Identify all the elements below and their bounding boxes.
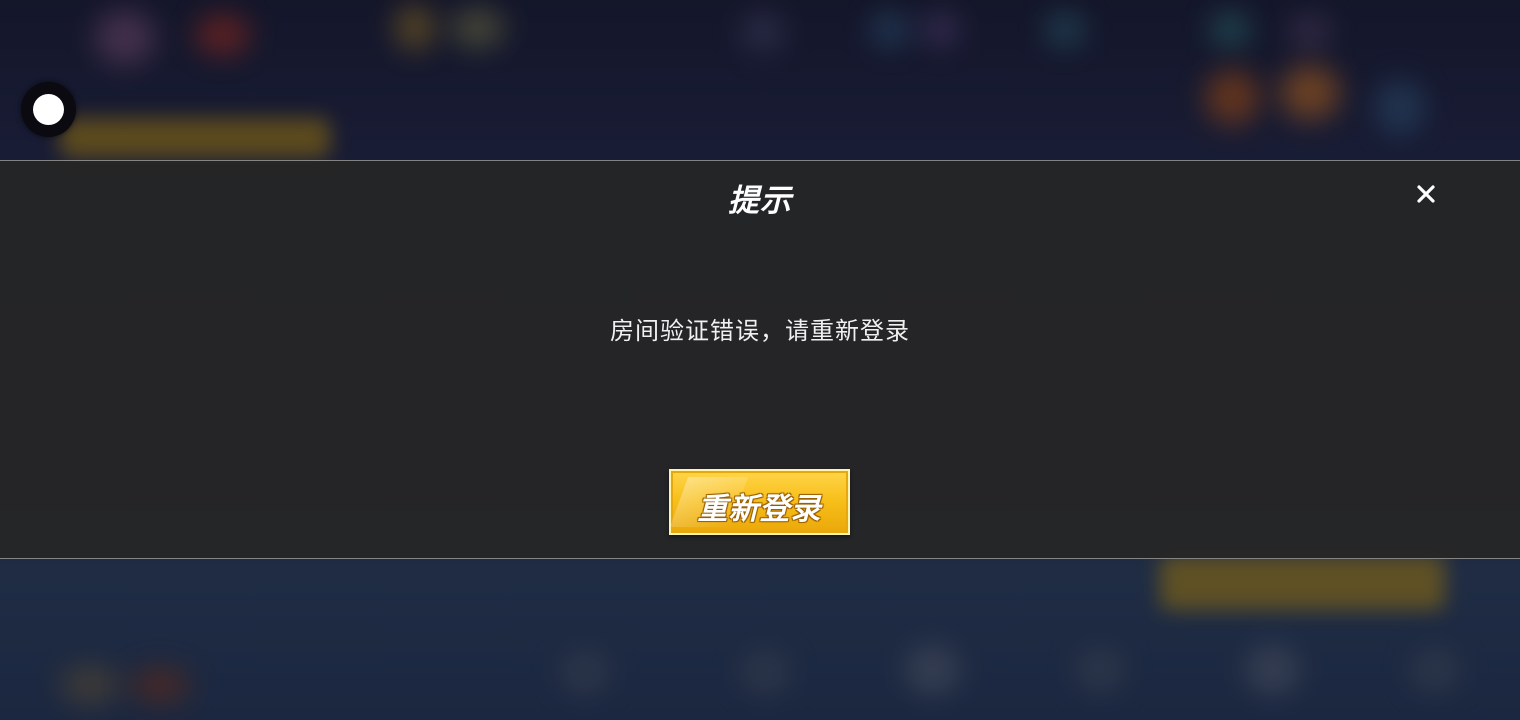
dialog-title: 提示 xyxy=(728,183,792,219)
close-button[interactable] xyxy=(1407,175,1445,213)
game-screen: 提示 房间验证错误，请重新登录 重新登录 xyxy=(0,0,1520,720)
relogin-button-label: 重新登录 xyxy=(697,492,822,527)
assistive-touch-icon xyxy=(33,94,64,125)
relogin-button[interactable]: 重新登录 xyxy=(669,469,850,535)
relogin-dialog: 提示 房间验证错误，请重新登录 重新登录 xyxy=(0,160,1520,559)
close-icon xyxy=(1417,185,1435,203)
assistive-touch-button[interactable] xyxy=(21,82,76,137)
dialog-message: 房间验证错误，请重新登录 xyxy=(610,317,910,345)
